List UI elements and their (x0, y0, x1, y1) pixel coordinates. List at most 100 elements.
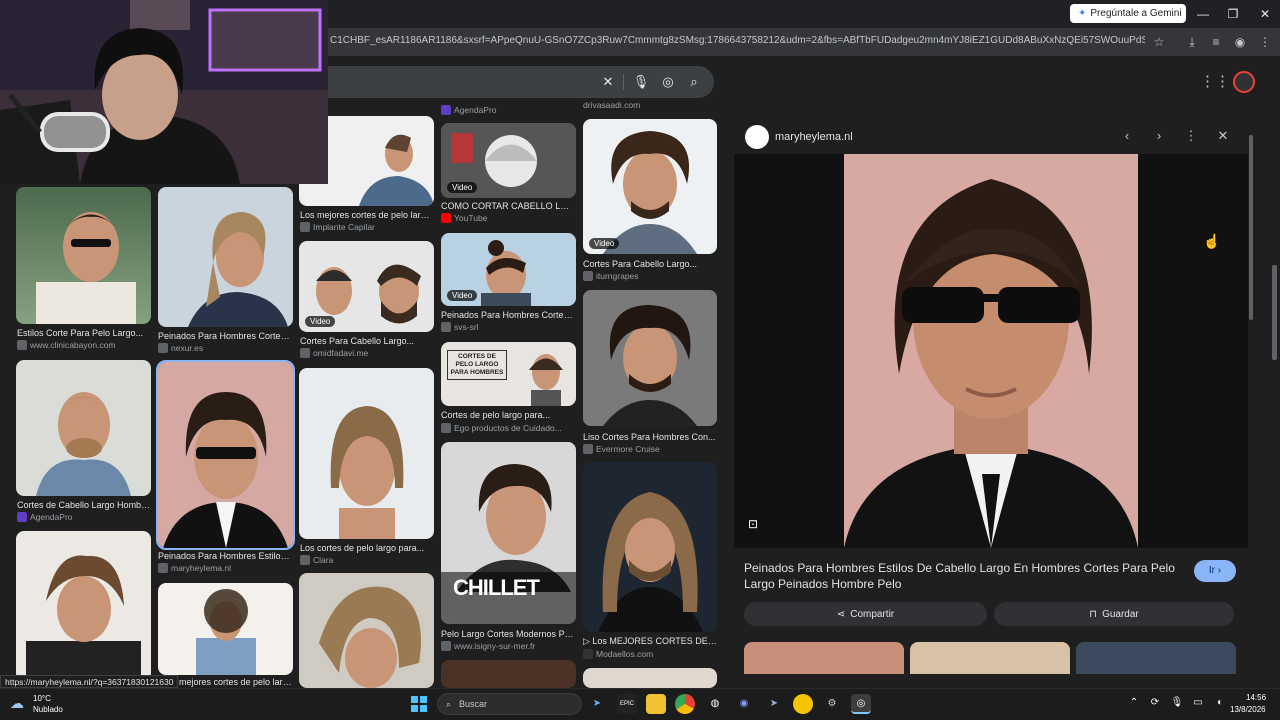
result-thumbnail[interactable] (583, 668, 717, 688)
weather-description[interactable]: Nublado (33, 705, 63, 714)
result-source: YouTube (441, 213, 575, 223)
share-button[interactable]: ⋖ Compartir (744, 602, 987, 626)
result-thumbnail[interactable]: Video (441, 123, 576, 198)
video-badge: Video (447, 290, 478, 301)
panel-site-name[interactable]: maryheylema.nl (775, 131, 853, 143)
result-caption[interactable]: ▷ Los MEJORES CORTES DE PEL... (583, 636, 717, 647)
next-icon[interactable]: › (1149, 128, 1169, 146)
result-thumbnail[interactable] (16, 531, 151, 681)
panel-title[interactable]: Peinados Para Hombres Estilos De Cabello… (744, 560, 1184, 592)
visual-search-icon[interactable]: ⊡ (748, 517, 766, 535)
save-button[interactable]: ⊓ Guardar (994, 602, 1234, 626)
result-caption[interactable]: Cortes de pelo largo para... (441, 410, 575, 420)
result-thumbnail-selected[interactable] (156, 360, 295, 550)
search-icon[interactable]: ⌕ (684, 72, 704, 92)
app-icon[interactable] (793, 694, 813, 714)
related-image[interactable] (1076, 642, 1236, 674)
result-thumbnail[interactable]: CORTES DE PELO LARGO PARA HOMBRES (441, 342, 576, 406)
result-thumbnail[interactable] (16, 187, 151, 324)
result-caption[interactable]: COMO CORTAR CABELLO LARG... (441, 201, 575, 211)
visit-button[interactable]: Ir › (1194, 560, 1236, 582)
ask-gemini-button[interactable]: ✦ Pregúntale a Gemini (1070, 4, 1186, 23)
minimize-icon[interactable]: — (1188, 4, 1218, 24)
mic-tray-icon[interactable]: 🎙 (1170, 697, 1184, 711)
tray-expand-icon[interactable]: ⌃ (1127, 697, 1141, 711)
result-caption[interactable]: Cortes Para Cabello Largo... (583, 259, 717, 269)
taskbar-search-label: Buscar (459, 699, 488, 709)
download-icon[interactable]: ⤓ (1182, 32, 1202, 52)
search-input[interactable] (300, 66, 714, 98)
google-apps-icon[interactable]: ⋮⋮ (1200, 72, 1230, 94)
webcam-overlay (0, 0, 328, 184)
result-caption[interactable]: Peinados Para Hombres Cortes... (158, 331, 292, 341)
file-explorer-icon[interactable] (646, 694, 666, 714)
result-thumbnail[interactable]: Video (441, 233, 576, 306)
close-window-icon[interactable]: ✕ (1250, 4, 1280, 24)
result-caption[interactable]: Peinados Para Hombres Estilos D... (158, 551, 292, 561)
close-panel-icon[interactable]: ✕ (1213, 128, 1233, 146)
github-icon[interactable]: ◍ (705, 694, 725, 714)
result-caption[interactable]: s mejores cortes de pelo largo... (172, 677, 294, 687)
taskbar-search[interactable]: ⌕ Buscar (437, 693, 582, 715)
taskview-icon[interactable]: ➤ (587, 694, 607, 714)
lens-icon[interactable]: ◎ (658, 72, 678, 92)
chrome-icon[interactable] (675, 694, 695, 714)
related-image[interactable] (910, 642, 1070, 674)
result-thumbnail[interactable] (441, 660, 576, 688)
result-thumbnail[interactable]: Video (583, 119, 717, 254)
clock-time[interactable]: 14:56 (1246, 693, 1266, 702)
account-avatar[interactable] (1233, 71, 1255, 93)
epic-games-icon[interactable]: EPIC (617, 694, 637, 714)
discord-icon[interactable]: ◉ (734, 694, 754, 714)
steam-icon[interactable]: ➤ (764, 694, 784, 714)
result-caption[interactable]: Estilos Corte Para Pelo Largo... (17, 328, 151, 338)
favicon-icon (300, 222, 310, 232)
network-icon[interactable]: ⟳ (1148, 697, 1162, 711)
result-caption[interactable]: Peinados Para Hombres Cortes... (441, 310, 575, 320)
result-thumbnail[interactable] (158, 187, 293, 327)
more-options-icon[interactable]: ⋮ (1181, 128, 1201, 146)
result-source: Modaellos.com (583, 649, 717, 659)
bookmark-icon: ⊓ (1089, 608, 1098, 620)
result-thumbnail[interactable] (583, 462, 717, 632)
cloud-icon[interactable]: ☁ (10, 695, 24, 712)
tab-search-icon[interactable]: ≡ (1206, 32, 1226, 52)
settings-icon[interactable]: ⚙ (822, 694, 842, 714)
previous-icon[interactable]: ‹ (1117, 128, 1137, 146)
clock-date[interactable]: 13/8/2026 (1230, 705, 1266, 714)
preview-image[interactable] (844, 154, 1138, 548)
bookmark-star-icon[interactable]: ☆ (1149, 32, 1169, 52)
page-scrollbar[interactable] (1272, 265, 1277, 360)
result-thumbnail[interactable] (158, 583, 293, 675)
favicon-icon (441, 105, 451, 115)
result-caption[interactable]: Pelo Largo Cortes Modernos Par... (441, 629, 575, 639)
result-caption[interactable]: Cortes de Cabello Largo Hombre... (17, 500, 151, 510)
obs-icon[interactable]: ◎ (851, 694, 871, 714)
weather-temperature[interactable]: 10°C (33, 694, 51, 703)
related-image[interactable] (744, 642, 904, 674)
result-caption[interactable]: Los mejores cortes de pelo largo... (300, 210, 434, 220)
man-photo (36, 212, 136, 324)
result-thumbnail[interactable]: Video (299, 241, 434, 332)
clear-search-icon[interactable]: ✕ (598, 72, 618, 92)
result-thumbnail[interactable] (299, 368, 434, 539)
result-thumbnail[interactable] (16, 360, 151, 496)
result-caption[interactable]: Los cortes de pelo largo para... (300, 543, 434, 553)
result-caption[interactable]: Liso Cortes Para Hombres Con... (583, 432, 717, 442)
restore-icon[interactable]: ❐ (1218, 4, 1248, 24)
volume-icon[interactable]: ◖ (1212, 697, 1226, 711)
man-photo (844, 154, 1138, 548)
status-url: https://maryheylema.nl/?q=36371830121630 (0, 675, 179, 688)
display-icon[interactable]: ▭ (1191, 697, 1205, 711)
mic-icon[interactable]: 🎙 (631, 72, 651, 92)
result-thumbnail[interactable] (583, 290, 717, 426)
result-thumbnail[interactable] (299, 573, 434, 688)
profile-icon[interactable]: ◉ (1230, 32, 1250, 52)
man-photo (163, 392, 288, 548)
result-thumbnail[interactable]: CHILLET (441, 442, 576, 624)
url-text[interactable]: C1CHBF_esAR1186AR1186&sxsrf=APpeQnuU-GSn… (330, 35, 1145, 46)
result-caption[interactable]: Cortes Para Cabello Largo... (300, 336, 434, 346)
browser-menu-icon[interactable]: ⋮ (1255, 32, 1275, 52)
panel-scrollbar[interactable] (1249, 135, 1253, 320)
windows-start-icon[interactable] (411, 696, 427, 712)
